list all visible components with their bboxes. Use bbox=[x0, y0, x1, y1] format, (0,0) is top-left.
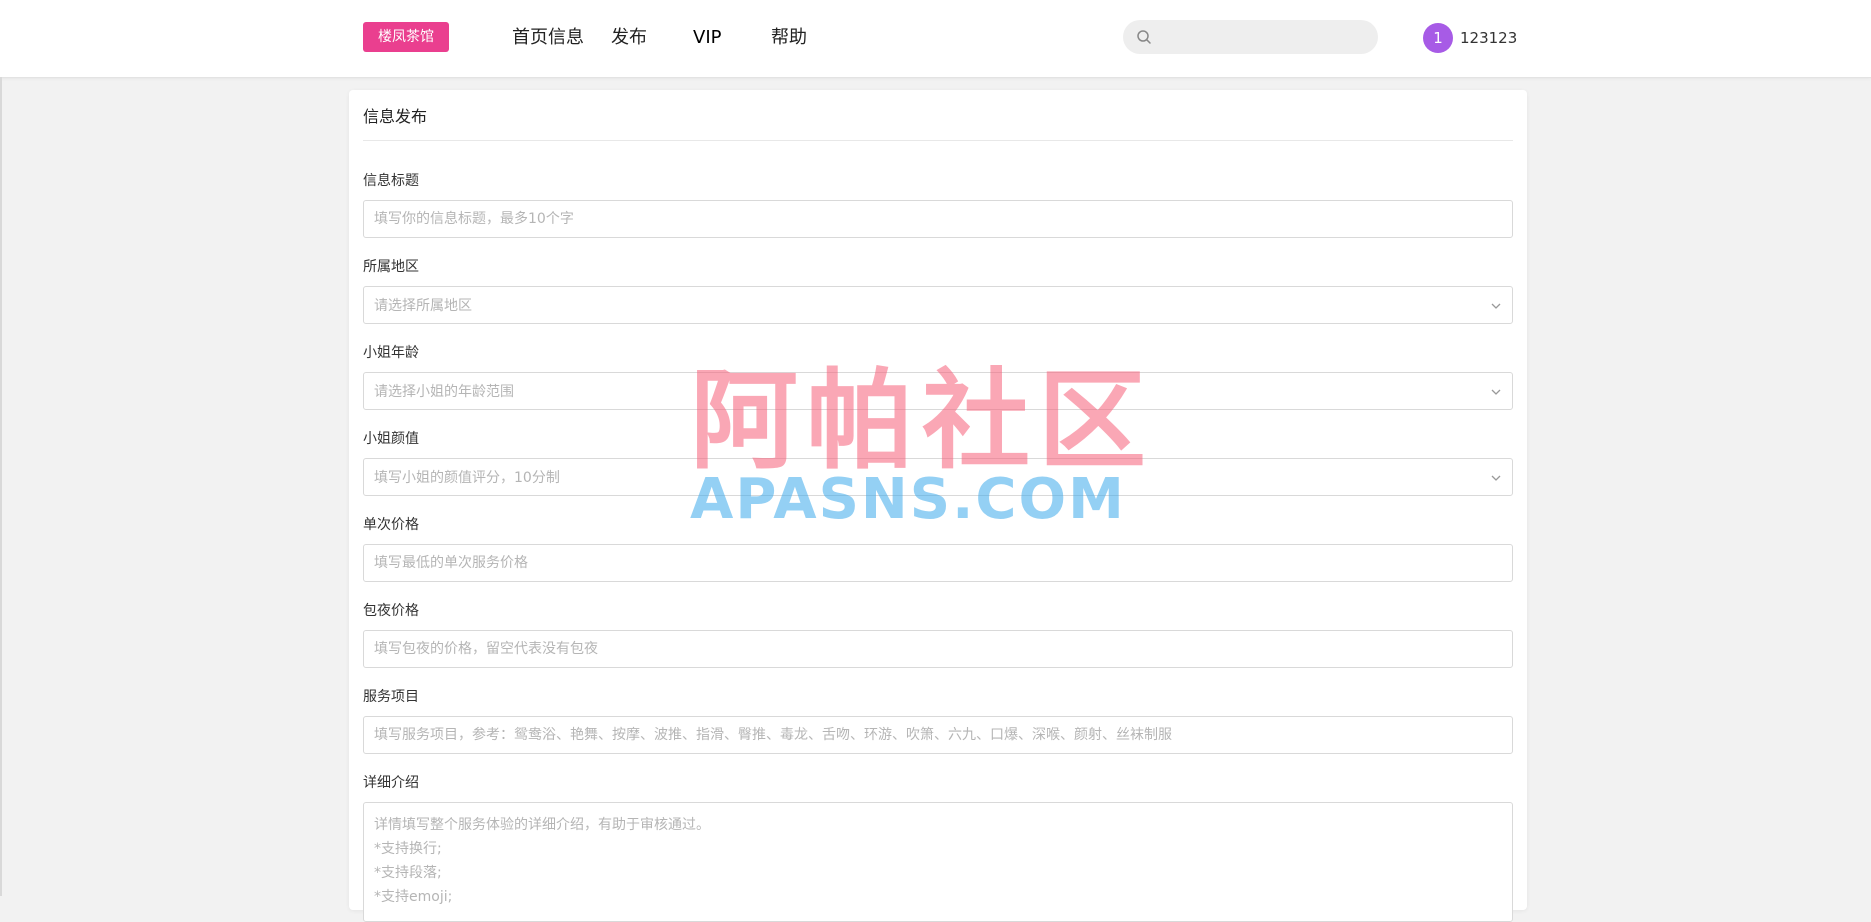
description-placeholder-line: *支持换行; bbox=[374, 841, 442, 857]
services-input[interactable] bbox=[363, 716, 1513, 754]
username[interactable]: 123123 bbox=[1460, 28, 1517, 48]
region-select[interactable]: 请选择所属地区 bbox=[363, 286, 1513, 324]
avatar[interactable]: 1 bbox=[1423, 23, 1453, 53]
description-textarea[interactable]: 详情填写整个服务体验的详细介绍，有助于审核通过。 *支持换行; *支持段落; *… bbox=[363, 802, 1513, 922]
description-placeholder-line: *支持段落; bbox=[374, 865, 442, 881]
single-price-input[interactable] bbox=[363, 544, 1513, 582]
search-icon bbox=[1137, 30, 1151, 44]
services-label: 服务项目 bbox=[363, 689, 419, 705]
chevron-down-icon bbox=[1491, 475, 1501, 481]
title-input[interactable] bbox=[363, 200, 1513, 238]
left-edge-divider bbox=[0, 77, 2, 896]
looks-select[interactable]: 填写小姐的颜值评分，10分制 bbox=[363, 458, 1513, 496]
description-placeholder-line: *支持emoji; bbox=[374, 889, 453, 905]
looks-select-placeholder: 填写小姐的颜值评分，10分制 bbox=[374, 470, 560, 486]
age-select[interactable]: 请选择小姐的年龄范围 bbox=[363, 372, 1513, 410]
looks-label: 小姐颜值 bbox=[363, 431, 419, 447]
title-divider bbox=[363, 140, 1513, 141]
age-select-placeholder: 请选择小姐的年龄范围 bbox=[374, 384, 514, 400]
nav-home[interactable]: 首页信息 bbox=[512, 26, 584, 50]
nav-publish[interactable]: 发布 bbox=[611, 26, 647, 50]
search-box[interactable] bbox=[1123, 20, 1378, 56]
age-label: 小姐年龄 bbox=[363, 345, 419, 361]
top-navbar: 楼凤茶馆 首页信息 发布 VIP 帮助 1 123123 bbox=[0, 0, 1871, 78]
publish-form-card: 信息发布 信息标题 所属地区 请选择所属地区 小姐年龄 请选择小姐的年龄范围 小… bbox=[349, 90, 1527, 922]
chevron-down-icon bbox=[1491, 303, 1501, 309]
single-price-label: 单次价格 bbox=[363, 517, 419, 533]
form-title: 信息发布 bbox=[363, 107, 428, 126]
nav-vip[interactable]: VIP bbox=[693, 26, 721, 50]
site-logo[interactable]: 楼凤茶馆 bbox=[363, 22, 449, 52]
night-price-label: 包夜价格 bbox=[363, 603, 419, 619]
description-placeholder-line: 详情填写整个服务体验的详细介绍，有助于审核通过。 bbox=[374, 817, 710, 833]
nav-help[interactable]: 帮助 bbox=[771, 26, 807, 50]
chevron-down-icon bbox=[1491, 389, 1501, 395]
region-select-placeholder: 请选择所属地区 bbox=[374, 298, 472, 314]
night-price-input[interactable] bbox=[363, 630, 1513, 668]
search-input[interactable] bbox=[1161, 20, 1365, 56]
title-label: 信息标题 bbox=[363, 173, 419, 189]
description-label: 详细介绍 bbox=[363, 775, 419, 791]
region-label: 所属地区 bbox=[363, 259, 419, 275]
